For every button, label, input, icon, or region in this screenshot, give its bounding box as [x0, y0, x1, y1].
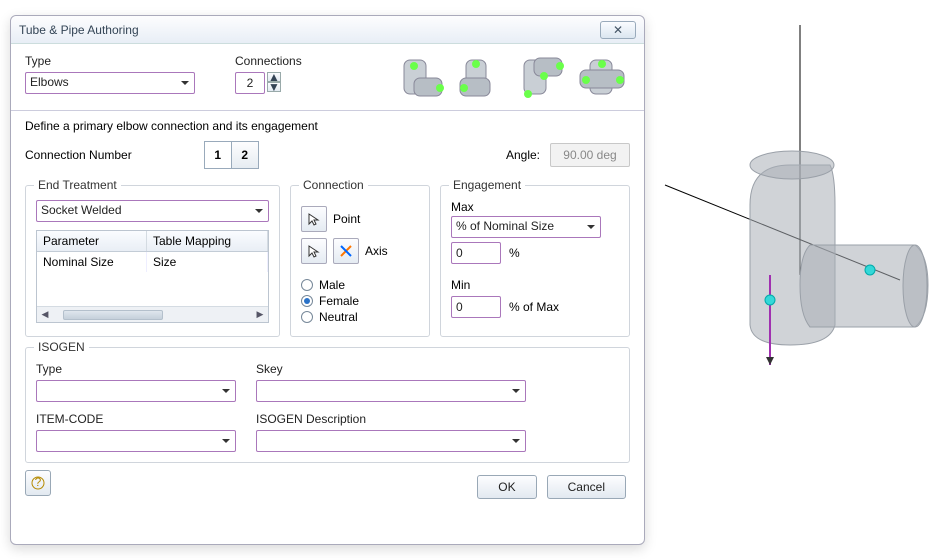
- max-type-select[interactable]: % of Nominal Size: [451, 216, 601, 238]
- angle-label: Angle:: [506, 148, 540, 162]
- male-label: Male: [319, 278, 345, 292]
- isogen-desc-value: [256, 430, 526, 452]
- connection-group: Connection Point Axis: [290, 185, 430, 337]
- isogen-item-code-label: ITEM-CODE: [36, 412, 236, 426]
- pick-axis-toggle-button[interactable]: [333, 238, 359, 264]
- axis-label: Axis: [365, 244, 388, 258]
- isogen-type-label: Type: [36, 362, 236, 376]
- isogen-desc-select[interactable]: [256, 430, 526, 452]
- scroll-thumb[interactable]: [63, 310, 163, 320]
- connection-point-2: [865, 265, 875, 275]
- ok-button[interactable]: OK: [477, 475, 536, 499]
- svg-text:?: ?: [35, 476, 42, 489]
- isogen-skey-value: [256, 380, 526, 402]
- isogen-skey-label: Skey: [256, 362, 526, 376]
- chevron-down-icon: ▼: [268, 80, 280, 94]
- cursor-icon: [307, 212, 321, 226]
- point-label: Point: [333, 212, 360, 226]
- max-type-value: % of Nominal Size: [451, 216, 601, 238]
- connection-legend: Connection: [299, 178, 368, 192]
- scroll-right-icon[interactable]: ▶: [252, 309, 268, 320]
- close-icon: ✕: [613, 23, 623, 37]
- angle-value: 90.00 deg: [550, 143, 630, 167]
- connection-number-label: Connection Number: [25, 148, 132, 162]
- isogen-skey-select[interactable]: [256, 380, 526, 402]
- engagement-legend: Engagement: [449, 178, 525, 192]
- cell-mapping: Size: [147, 252, 268, 272]
- help-icon: ?: [31, 476, 45, 490]
- pick-axis-cursor-button[interactable]: [301, 238, 327, 264]
- connections-spinner[interactable]: ▲ ▼: [235, 72, 302, 94]
- isogen-type-value: [36, 380, 236, 402]
- model-viewport[interactable]: [660, 25, 930, 425]
- fitting-thumb-2[interactable]: [456, 54, 510, 102]
- end-treatment-group: End Treatment Socket Welded Parameter Ta…: [25, 185, 280, 337]
- end-treatment-legend: End Treatment: [34, 178, 121, 192]
- dialog-title: Tube & Pipe Authoring: [19, 23, 600, 37]
- connection-1-button[interactable]: 1: [204, 141, 232, 169]
- cancel-button[interactable]: Cancel: [547, 475, 626, 499]
- close-button[interactable]: ✕: [600, 21, 636, 39]
- end-treatment-value: Socket Welded: [36, 200, 269, 222]
- table-hscroll[interactable]: ◀ ▶: [37, 306, 268, 322]
- max-value-input[interactable]: [451, 242, 501, 264]
- isogen-group: ISOGEN Type Skey ITEM-CODE ISOGEN Descri…: [25, 347, 630, 463]
- gender-female-radio[interactable]: Female: [301, 294, 419, 308]
- cursor-icon: [307, 244, 321, 258]
- col-parameter[interactable]: Parameter: [37, 231, 147, 251]
- fitting-thumb-1[interactable]: [396, 54, 450, 102]
- isogen-desc-label: ISOGEN Description: [256, 412, 526, 426]
- parameter-table: Parameter Table Mapping Nominal Size Siz…: [36, 230, 269, 323]
- neutral-label: Neutral: [319, 310, 358, 324]
- tube-pipe-authoring-dialog: Tube & Pipe Authoring ✕ Type Elbows Conn…: [10, 15, 645, 545]
- isogen-legend: ISOGEN: [34, 340, 89, 354]
- min-label: Min: [451, 278, 619, 292]
- axis-toggle-icon: [339, 244, 353, 258]
- connection-2-button[interactable]: 2: [231, 141, 259, 169]
- instruction-text: Define a primary elbow connection and it…: [25, 119, 630, 133]
- isogen-item-code-value: [36, 430, 236, 452]
- end-treatment-select[interactable]: Socket Welded: [36, 200, 269, 222]
- titlebar: Tube & Pipe Authoring ✕: [11, 16, 644, 44]
- connections-value[interactable]: [235, 72, 265, 94]
- isogen-item-code-select[interactable]: [36, 430, 236, 452]
- female-label: Female: [319, 294, 359, 308]
- max-unit: %: [509, 246, 520, 260]
- help-button[interactable]: ?: [25, 470, 51, 496]
- max-label: Max: [451, 200, 619, 214]
- scroll-left-icon[interactable]: ◀: [37, 309, 53, 320]
- isogen-type-select[interactable]: [36, 380, 236, 402]
- col-table-mapping[interactable]: Table Mapping: [147, 231, 268, 251]
- connection-point-1: [765, 295, 775, 305]
- fitting-thumbnails: [396, 54, 630, 102]
- gender-male-radio[interactable]: Male: [301, 278, 419, 292]
- gender-neutral-radio[interactable]: Neutral: [301, 310, 419, 324]
- cell-parameter: Nominal Size: [37, 252, 147, 272]
- fitting-thumb-4[interactable]: [576, 54, 630, 102]
- axis-arrow-icon: [766, 357, 774, 365]
- pick-point-button[interactable]: [301, 206, 327, 232]
- spinner-down[interactable]: ▼: [267, 82, 281, 92]
- type-label: Type: [25, 54, 205, 68]
- connections-label: Connections: [235, 54, 302, 68]
- min-value-input[interactable]: [451, 296, 501, 318]
- fitting-thumb-3[interactable]: [516, 54, 570, 102]
- type-select[interactable]: Elbows: [25, 72, 195, 94]
- type-value: Elbows: [25, 72, 195, 94]
- min-unit: % of Max: [509, 300, 559, 314]
- table-row[interactable]: Nominal Size Size: [37, 252, 268, 272]
- engagement-group: Engagement Max % of Nominal Size % Min %…: [440, 185, 630, 337]
